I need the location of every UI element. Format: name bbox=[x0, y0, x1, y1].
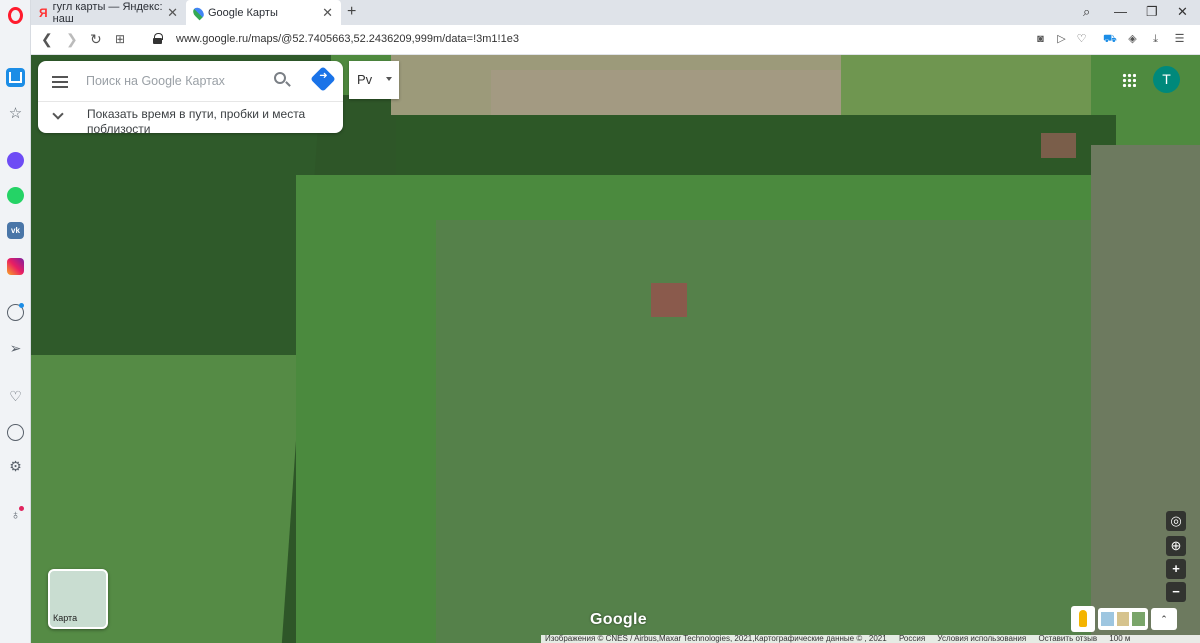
divider bbox=[38, 101, 343, 102]
dirt-patch bbox=[1041, 133, 1076, 158]
home-icon[interactable] bbox=[6, 68, 25, 87]
player-badge bbox=[19, 303, 24, 308]
map-tile-label: Карта bbox=[53, 613, 78, 623]
tab-label: гугл карты — Яндекс: наш bbox=[52, 0, 163, 25]
thumbnail[interactable] bbox=[1116, 612, 1130, 626]
directions-icon[interactable] bbox=[310, 66, 336, 92]
new-tab-icon[interactable]: + bbox=[347, 3, 356, 21]
search-box: Показать время в пути, пробки и места по… bbox=[38, 61, 343, 136]
zoom-in-button[interactable]: + bbox=[1166, 559, 1186, 579]
thumbnail[interactable] bbox=[1101, 612, 1114, 626]
thumbnail[interactable] bbox=[1132, 612, 1146, 626]
terms-link[interactable]: Условия использования bbox=[937, 634, 1026, 643]
satellite-map[interactable]: Показать время в пути, пробки и места по… bbox=[31, 55, 1200, 643]
bulb-badge bbox=[19, 506, 24, 511]
history-icon[interactable] bbox=[7, 424, 24, 441]
pegman-icon[interactable] bbox=[1071, 606, 1095, 632]
messenger-icon[interactable] bbox=[7, 152, 24, 169]
send-icon[interactable]: ➢ bbox=[7, 340, 24, 357]
vk-icon[interactable]: vk bbox=[7, 222, 24, 239]
restore-icon[interactable]: ❐ bbox=[1146, 4, 1158, 20]
easy-setup-icon[interactable]: ☰ bbox=[1173, 33, 1186, 46]
cart-icon[interactable]: ⛟ bbox=[1103, 33, 1117, 46]
yandex-icon: Я bbox=[39, 5, 48, 20]
avatar[interactable]: T bbox=[1153, 66, 1180, 93]
caret-down-icon bbox=[386, 77, 392, 81]
cube-icon[interactable]: ◈ bbox=[1126, 33, 1139, 46]
opera-sidebar: ☆ vk ➢ ♡ ⚙ ♁ bbox=[0, 0, 31, 643]
menu-icon[interactable] bbox=[52, 76, 68, 88]
address-bar: ❮ ❯ ↻ ⊞ www.google.ru/maps/@52.7405663,5… bbox=[31, 25, 1200, 55]
tabs-grid-icon[interactable]: ⊞ bbox=[115, 32, 125, 46]
attribution-bar: Изображения © CNES / Airbus,Maxar Techno… bbox=[541, 635, 1200, 643]
feedback-link[interactable]: Оставить отзыв bbox=[1038, 634, 1097, 643]
settings-icon[interactable]: ⚙ bbox=[7, 458, 24, 475]
close-icon[interactable]: ✕ bbox=[322, 5, 333, 21]
search-icon[interactable] bbox=[274, 72, 286, 84]
scale-label[interactable]: 100 м bbox=[1109, 634, 1130, 643]
download-icon[interactable]: ⤓ bbox=[1149, 33, 1162, 46]
opera-logo-icon[interactable] bbox=[8, 7, 23, 24]
minimize-icon[interactable]: — bbox=[1114, 4, 1127, 19]
google-logo: Google bbox=[590, 611, 647, 628]
instagram-icon[interactable] bbox=[7, 258, 24, 275]
zoom-out-button[interactable]: − bbox=[1166, 582, 1186, 602]
star-icon[interactable]: ☆ bbox=[7, 104, 24, 122]
search-tabs-icon[interactable]: ⌕ bbox=[1083, 4, 1090, 20]
lock-icon[interactable] bbox=[153, 33, 163, 44]
send-icon[interactable]: ▷ bbox=[1055, 33, 1068, 46]
expand-icon[interactable]: ⌃ bbox=[1151, 608, 1177, 630]
heart-icon[interactable]: ♡ bbox=[1075, 33, 1088, 46]
forward-icon[interactable]: ❯ bbox=[66, 31, 78, 48]
red-patch bbox=[651, 283, 687, 317]
google-maps-icon bbox=[191, 5, 206, 20]
my-location-icon[interactable]: ⊕ bbox=[1166, 536, 1186, 556]
globe-icon[interactable]: ◎ bbox=[1166, 511, 1186, 531]
tab-google-maps[interactable]: Google Карты ✕ bbox=[186, 0, 341, 25]
back-icon[interactable]: ❮ bbox=[41, 31, 53, 48]
layer-chip[interactable]: Рv bbox=[349, 61, 399, 99]
whatsapp-icon[interactable] bbox=[7, 187, 24, 204]
window-close-icon[interactable]: ✕ bbox=[1177, 4, 1188, 20]
reload-icon[interactable]: ↻ bbox=[90, 31, 102, 48]
show-travel-time-link[interactable]: Показать время в пути, пробки и места по… bbox=[87, 107, 327, 137]
imagery-thumbnails[interactable] bbox=[1098, 608, 1148, 630]
tab-label: Google Карты bbox=[208, 6, 278, 19]
country-link[interactable]: Россия bbox=[899, 634, 925, 643]
search-input[interactable] bbox=[86, 70, 266, 92]
imagery-credit: Изображения © CNES / Airbus,Maxar Techno… bbox=[545, 634, 887, 643]
layer-chip-label: Рv bbox=[357, 72, 373, 87]
chevron-down-icon[interactable] bbox=[52, 108, 64, 120]
close-icon[interactable]: ✕ bbox=[167, 5, 178, 21]
url-field[interactable]: www.google.ru/maps/@52.7405663,52.243620… bbox=[176, 33, 519, 45]
camera-icon[interactable]: ◙ bbox=[1034, 33, 1047, 46]
tab-yandex[interactable]: Я гугл карты — Яндекс: наш ✕ bbox=[31, 0, 186, 25]
map-type-toggle[interactable]: Карта bbox=[48, 569, 108, 629]
tab-strip: Я гугл карты — Яндекс: наш ✕ Google Карт… bbox=[31, 0, 1200, 25]
heart-icon[interactable]: ♡ bbox=[7, 388, 24, 405]
apps-grid-icon[interactable] bbox=[1122, 73, 1136, 87]
inner-meadow bbox=[436, 220, 1096, 643]
tree-row bbox=[396, 115, 1116, 180]
